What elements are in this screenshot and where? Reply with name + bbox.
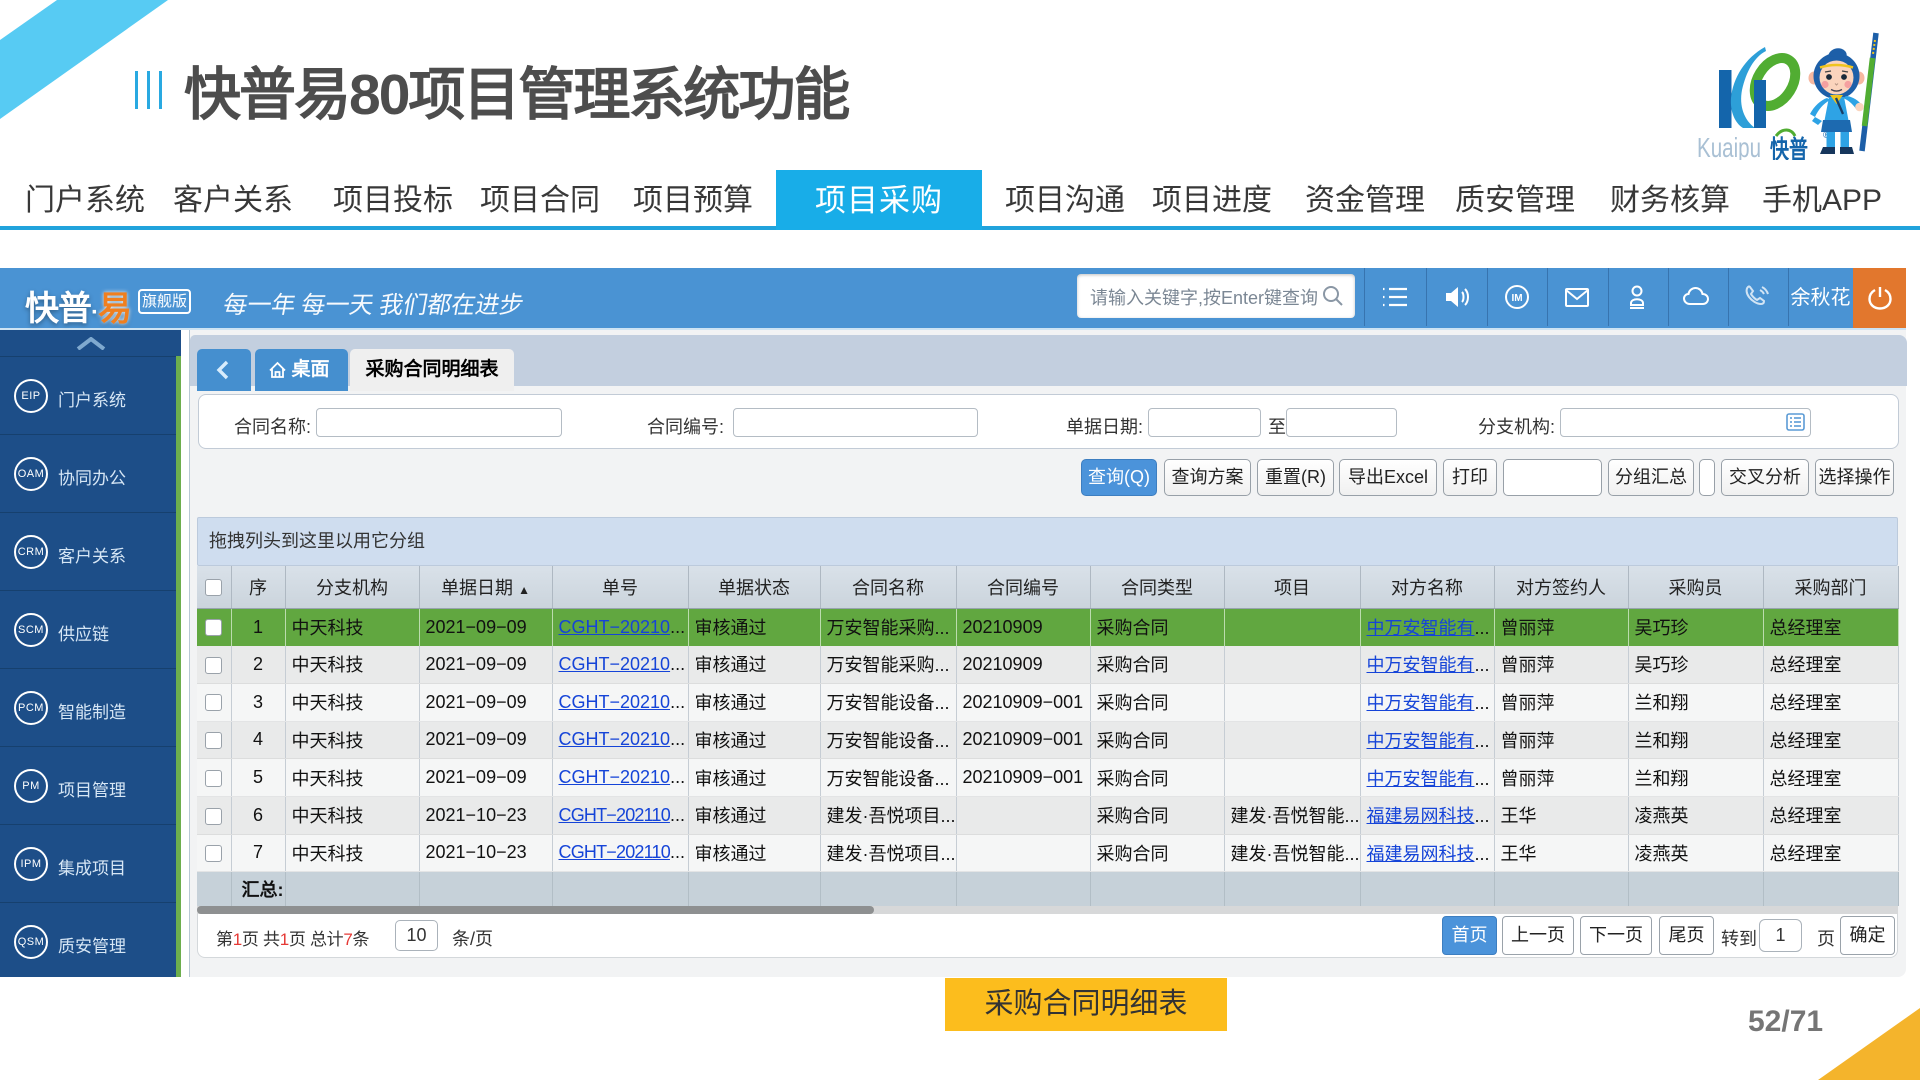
svg-text:快普: 快普 [1770,135,1808,160]
svg-text:Kuaipu: Kuaipu [1697,132,1761,160]
svg-text:IM: IM [1511,293,1522,304]
